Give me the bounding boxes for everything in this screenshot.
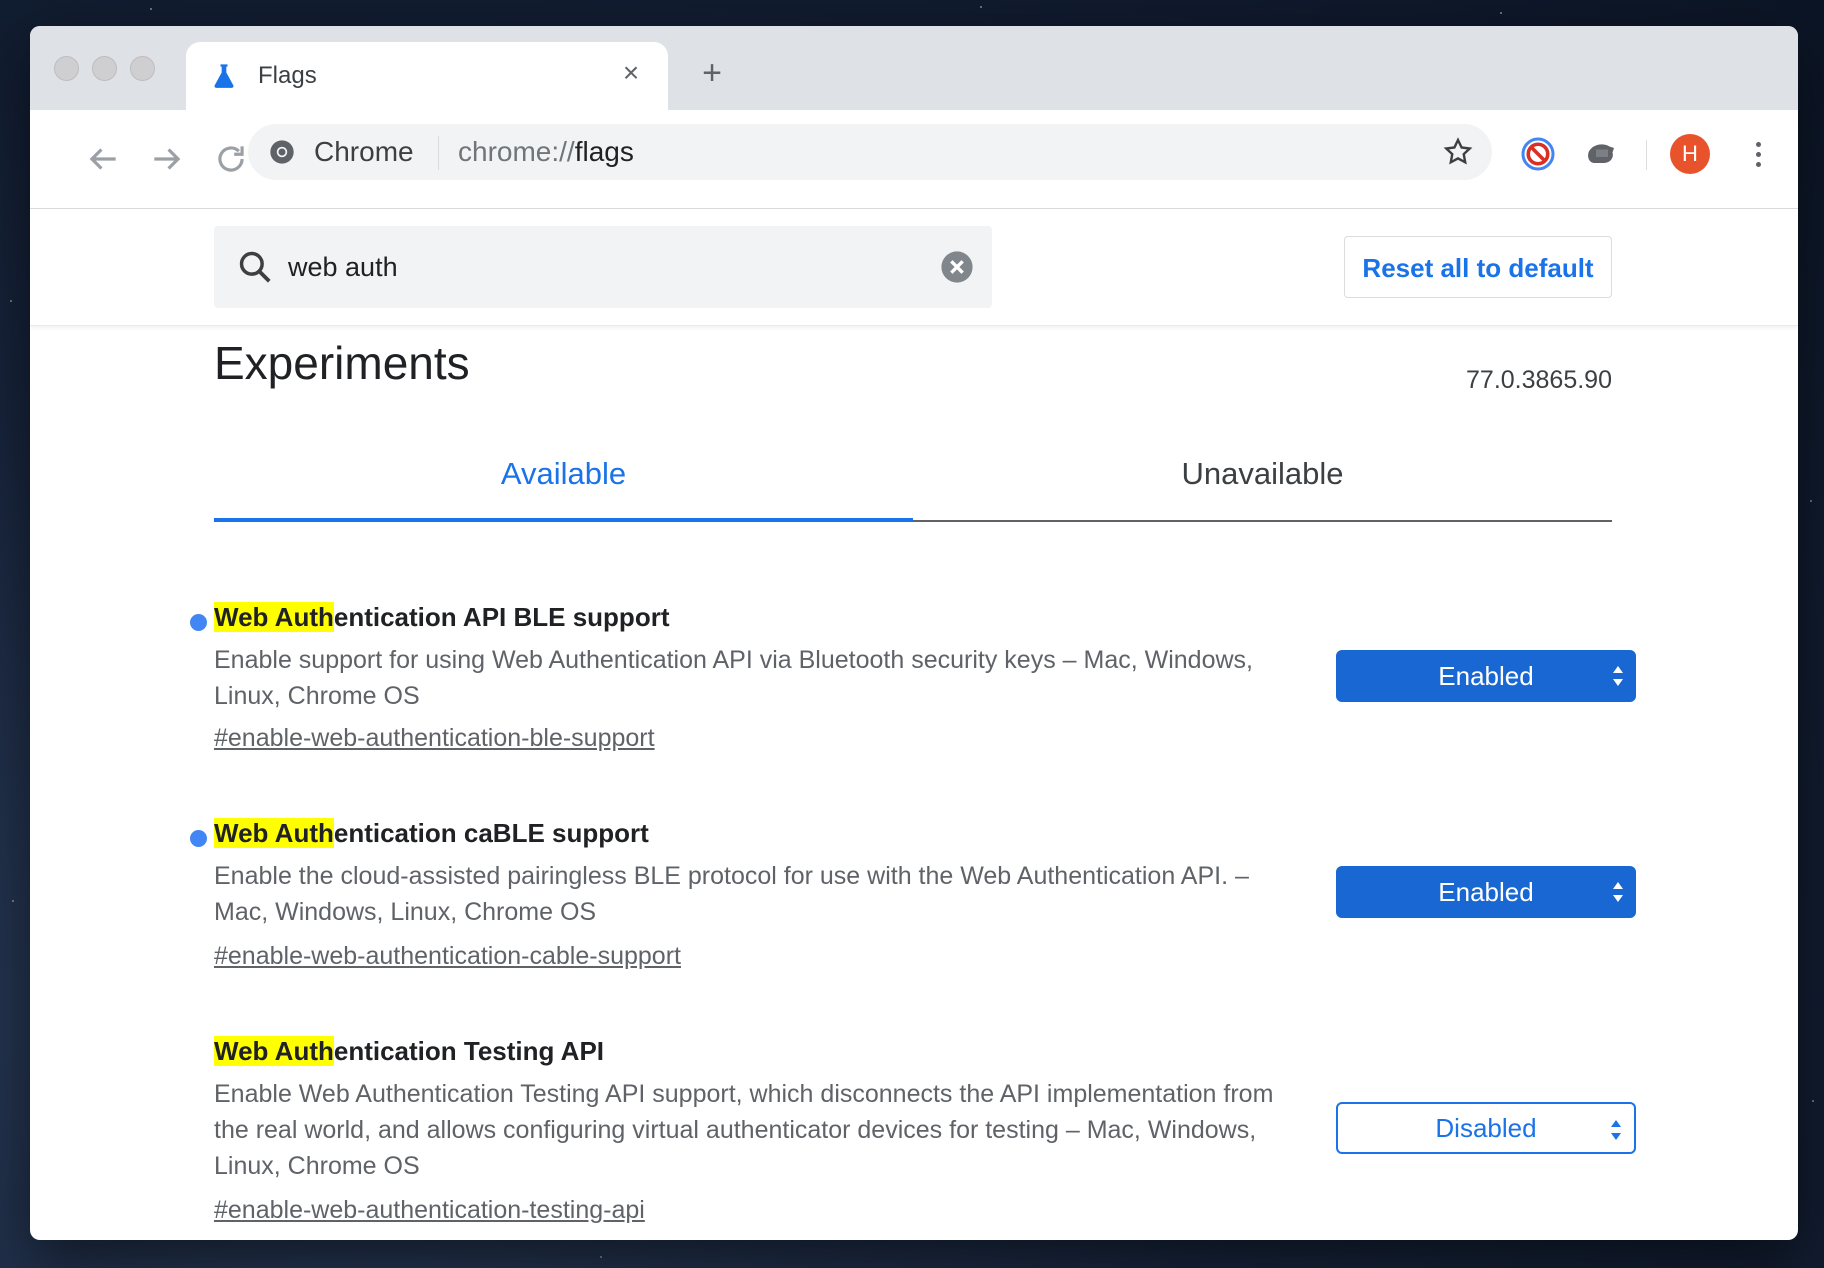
select-arrows-icon <box>1611 1120 1621 1140</box>
flag-description: Enable the cloud-assisted pairingless BL… <box>214 862 1249 926</box>
flag-anchor-link[interactable]: #enable-web-authentication-testing-api <box>214 1196 645 1225</box>
tab-strip: Flags × + <box>30 26 1798 110</box>
tab-flags[interactable]: Flags × <box>186 42 668 110</box>
search-box[interactable] <box>214 226 992 308</box>
modified-indicator <box>190 830 207 847</box>
chrome-logo-icon <box>270 140 294 164</box>
new-tab-button[interactable]: + <box>694 56 730 92</box>
browser-window: Flags × + Chrome chrome://flags H web au… <box>30 26 1798 1240</box>
tab-available[interactable]: Available <box>214 446 913 522</box>
back-arrow-icon[interactable] <box>84 140 122 178</box>
flag-title: Web Authentication caBLE support <box>214 818 649 848</box>
search-input[interactable] <box>288 244 908 290</box>
clear-search-icon[interactable] <box>940 250 974 284</box>
address-divider <box>438 136 439 170</box>
search-icon <box>239 251 271 283</box>
close-window-button[interactable] <box>54 56 79 81</box>
page-title: Experiments <box>214 337 470 389</box>
modified-indicator <box>190 614 207 631</box>
flag-description: Enable Web Authentication Testing API su… <box>214 1080 1274 1180</box>
tab-title: Flags <box>258 62 317 89</box>
flag-anchor-link[interactable]: #enable-web-authentication-ble-support <box>214 724 655 753</box>
select-arrows-icon <box>1613 666 1623 686</box>
kebab-menu-icon[interactable] <box>1748 138 1768 174</box>
flag-description: Enable support for using Web Authenticat… <box>214 646 1253 710</box>
reload-icon[interactable] <box>212 140 250 178</box>
extension-icon[interactable] <box>1584 136 1620 172</box>
profile-avatar[interactable]: H <box>1670 134 1710 174</box>
flag-state-select[interactable]: Disabled <box>1336 1102 1636 1154</box>
flag-anchor-link[interactable]: #enable-web-authentication-cable-support <box>214 942 681 971</box>
blocked-extension-icon[interactable] <box>1520 136 1556 172</box>
address-bar[interactable]: Chrome chrome://flags <box>248 124 1492 180</box>
select-arrows-icon <box>1613 882 1623 902</box>
zoom-window-button[interactable] <box>130 56 155 81</box>
toolbar: Chrome chrome://flags H <box>30 110 1798 209</box>
bookmark-star-icon[interactable] <box>1442 136 1474 168</box>
forward-arrow-icon[interactable] <box>148 140 186 178</box>
minimize-window-button[interactable] <box>92 56 117 81</box>
toolbar-divider <box>1646 140 1647 170</box>
content-tabs: Available Unavailable <box>214 446 1612 522</box>
flag-state-select[interactable]: Enabled <box>1336 650 1636 702</box>
flag-title: Web Authentication API BLE support <box>214 602 670 632</box>
version-number: 77.0.3865.90 <box>1466 366 1612 394</box>
flags-header: Reset all to default <box>30 209 1798 326</box>
tab-unavailable[interactable]: Unavailable <box>913 446 1612 520</box>
flag-state-select[interactable]: Enabled <box>1336 866 1636 918</box>
url-text[interactable]: chrome://flags <box>458 136 634 168</box>
site-chip: Chrome <box>314 136 414 167</box>
tab-close-icon[interactable]: × <box>616 58 646 88</box>
flag-title: Web Authentication Testing API <box>214 1036 605 1066</box>
flask-icon <box>214 64 234 88</box>
reset-all-button[interactable]: Reset all to default <box>1344 236 1612 298</box>
